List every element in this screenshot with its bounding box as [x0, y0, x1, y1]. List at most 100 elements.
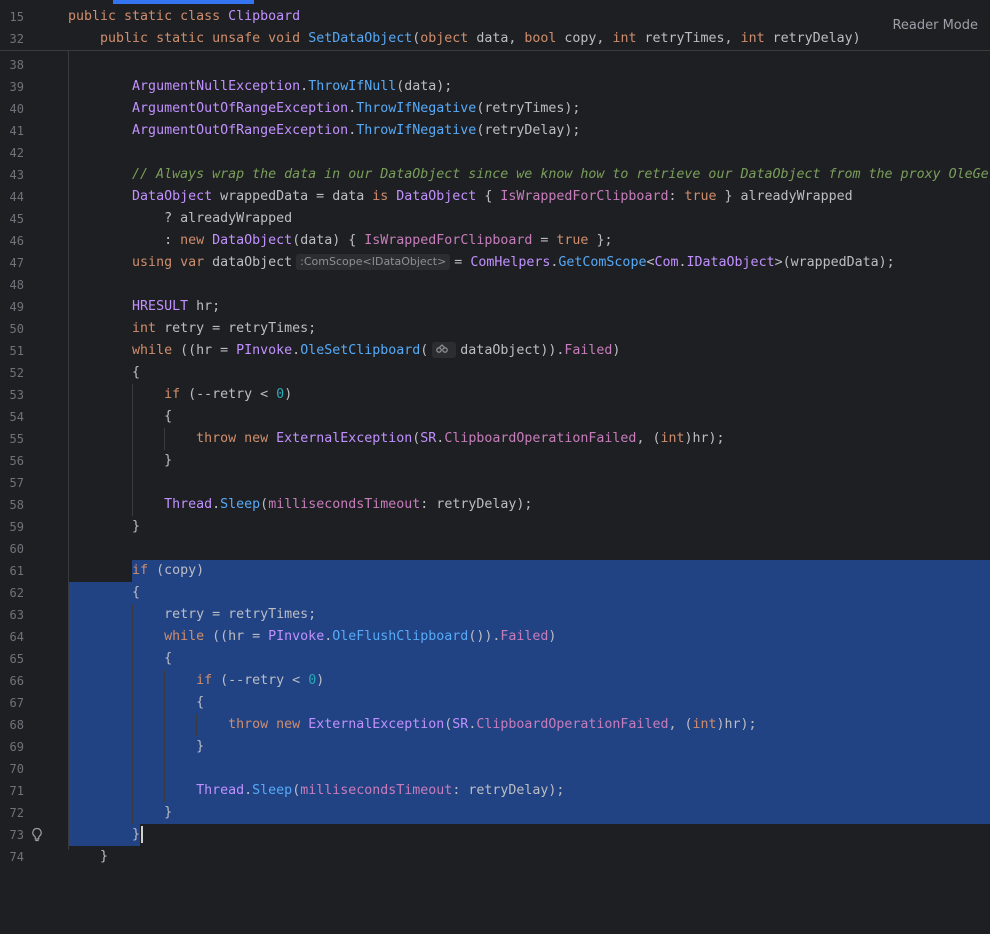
code-line[interactable]: 40 ArgumentOutOfRangeException.ThrowIfNe… [0, 98, 990, 120]
code-text: using var dataObject:ComScope<IDataObjec… [132, 254, 895, 270]
code-line[interactable]: 61 if (copy) [0, 560, 990, 582]
code-text: { [68, 585, 141, 600]
code-text: } [68, 805, 173, 820]
line-number: 71 [9, 784, 24, 798]
code-text: HRESULT hr; [132, 299, 221, 314]
code-line[interactable]: 74 } [0, 846, 990, 868]
sticky-scroll-header[interactable]: 15 public static class Clipboard 32 publ… [0, 6, 990, 51]
line-number: 47 [9, 256, 24, 270]
code-line[interactable]: 43 // Always wrap the data in our DataOb… [0, 164, 990, 186]
code-line[interactable]: 39 ArgumentNullException.ThrowIfNull(dat… [0, 76, 990, 98]
code-line[interactable]: 56 } [0, 450, 990, 472]
code-text: if (--retry < 0) [196, 673, 325, 688]
line-number: 32 [9, 32, 24, 46]
line-number: 54 [9, 410, 24, 424]
code-line[interactable]: 65 { [0, 648, 990, 670]
code-line[interactable]: 55 throw new ExternalException(SR.Clipbo… [0, 428, 990, 450]
code-text: ArgumentNullException.ThrowIfNull(data); [132, 79, 453, 94]
line-number: 66 [9, 674, 24, 688]
code-line[interactable]: 70 [0, 758, 990, 780]
line-number: 70 [9, 762, 24, 776]
code-line[interactable]: 42 [0, 142, 990, 164]
code-text: } [68, 739, 205, 754]
reader-mode-button[interactable]: Reader Mode [892, 18, 978, 33]
code-line[interactable]: 63 retry = retryTimes; [0, 604, 990, 626]
line-number: 51 [9, 344, 24, 358]
code-line[interactable]: 72 } [0, 802, 990, 824]
code-line[interactable]: 38 [0, 54, 990, 76]
line-number: 64 [9, 630, 24, 644]
line-number: 69 [9, 740, 24, 754]
reference-icon [436, 344, 449, 353]
code-line[interactable]: 50 int retry = retryTimes; [0, 318, 990, 340]
lightbulb-icon[interactable] [30, 827, 44, 843]
code-line[interactable]: 67 { [0, 692, 990, 714]
code-text: : new DataObject(data) { IsWrappedForCli… [68, 233, 613, 248]
code-line[interactable]: 51 while ((hr = PInvoke.OleSetClipboard(… [0, 340, 990, 362]
code-editor[interactable]: 15 public static class Clipboard 32 publ… [0, 0, 990, 864]
code-line[interactable]: 49 HRESULT hr; [0, 296, 990, 318]
code-text: retry = retryTimes; [68, 607, 317, 622]
code-text: } [68, 849, 109, 864]
line-number: 59 [9, 520, 24, 534]
code-text: DataObject wrappedData = data is DataObj… [132, 189, 853, 204]
line-number: 73 [9, 828, 24, 842]
code-line[interactable]: 69 } [0, 736, 990, 758]
code-line[interactable]: 66 if (--retry < 0) [0, 670, 990, 692]
code-line[interactable]: 47 using var dataObject:ComScope<IDataOb… [0, 252, 990, 274]
line-number: 68 [9, 718, 24, 732]
code-text: int retry = retryTimes; [132, 321, 317, 336]
code-line[interactable]: 57 [0, 472, 990, 494]
code-text: { [68, 651, 173, 666]
line-number: 50 [9, 322, 24, 336]
line-number: 49 [9, 300, 24, 314]
line-number: 60 [9, 542, 24, 556]
line-number: 63 [9, 608, 24, 622]
code-text: } [68, 824, 144, 846]
code-text: Thread.Sleep(millisecondsTimeout: retryD… [164, 497, 533, 512]
code-text: ? alreadyWrapped [68, 211, 293, 226]
code-line[interactable]: 44 DataObject wrappedData = data is Data… [0, 186, 990, 208]
code-text: throw new ExternalException(SR.Clipboard… [196, 431, 725, 446]
code-line[interactable]: 60 [0, 538, 990, 560]
line-number: 42 [9, 146, 24, 160]
code-text: if (copy) [132, 563, 205, 578]
code-line[interactable]: 48 [0, 274, 990, 296]
line-number: 46 [9, 234, 24, 248]
code-line[interactable]: 41 ArgumentOutOfRangeException.ThrowIfNe… [0, 120, 990, 142]
line-number: 56 [9, 454, 24, 468]
code-line[interactable]: 59 } [0, 516, 990, 538]
code-text: { [68, 365, 141, 380]
code-line[interactable]: 52 { [0, 362, 990, 384]
line-number: 55 [9, 432, 24, 446]
line-number: 62 [9, 586, 24, 600]
line-number: 58 [9, 498, 24, 512]
code-text: while ((hr = PInvoke.OleFlushClipboard()… [164, 629, 557, 644]
code-text: public static unsafe void SetDataObject(… [100, 31, 861, 46]
code-line[interactable]: 71 Thread.Sleep(millisecondsTimeout: ret… [0, 780, 990, 802]
line-number: 74 [9, 850, 24, 864]
code-text: public static class Clipboard [68, 9, 301, 24]
code-line[interactable]: 73 } [0, 824, 990, 846]
code-line[interactable]: 62 { [0, 582, 990, 604]
code-line[interactable]: 54 { [0, 406, 990, 428]
code-text: ArgumentOutOfRangeException.ThrowIfNegat… [132, 123, 581, 138]
line-number: 57 [9, 476, 24, 490]
line-number: 15 [9, 10, 24, 24]
sticky-line-method[interactable]: 32 public static unsafe void SetDataObje… [0, 28, 990, 50]
code-text: } [68, 519, 141, 534]
code-line[interactable]: 53 if (--retry < 0) [0, 384, 990, 406]
sticky-line-class[interactable]: 15 public static class Clipboard [0, 6, 990, 28]
code-text: Thread.Sleep(millisecondsTimeout: retryD… [196, 783, 565, 798]
line-number: 53 [9, 388, 24, 402]
code-line[interactable]: 64 while ((hr = PInvoke.OleFlushClipboar… [0, 626, 990, 648]
code-line[interactable]: 46 : new DataObject(data) { IsWrappedFor… [0, 230, 990, 252]
code-line[interactable]: 45 ? alreadyWrapped [0, 208, 990, 230]
text-caret [141, 825, 144, 843]
code-line[interactable]: 58 Thread.Sleep(millisecondsTimeout: ret… [0, 494, 990, 516]
code-line[interactable]: 68 throw new ExternalException(SR.Clipbo… [0, 714, 990, 736]
line-number: 65 [9, 652, 24, 666]
code-text: } [68, 453, 173, 468]
line-number: 48 [9, 278, 24, 292]
code-text: { [68, 409, 173, 424]
